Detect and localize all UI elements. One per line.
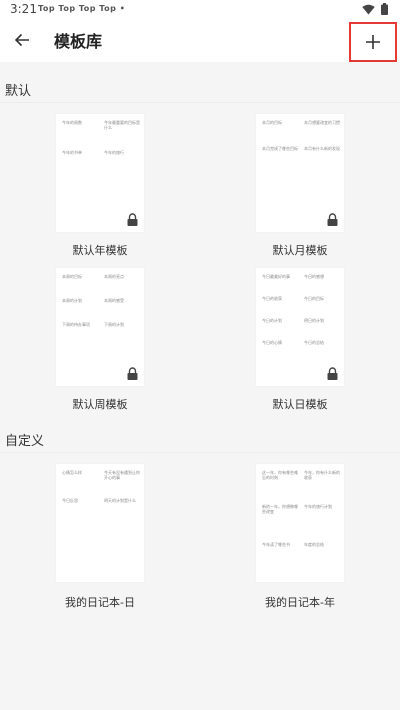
template-cell: 新的一年，你想做哪些改变 xyxy=(262,504,298,514)
template-cell: 今日最美好的事 xyxy=(262,274,290,279)
back-button[interactable] xyxy=(8,26,36,54)
template-cell: 今日反思 xyxy=(62,498,78,503)
page-title: 模板库 xyxy=(54,32,103,51)
template-cell: 本月有什么新的发现 xyxy=(304,146,340,151)
lock-icon xyxy=(127,367,138,380)
template-cell: 今年的周数 xyxy=(62,120,82,125)
template-cell: 年度的总结 xyxy=(304,542,324,547)
notification-item: Top xyxy=(58,4,76,13)
template-cell: 今年的旅行计划 xyxy=(304,504,332,509)
template-cell: 今日的计划 xyxy=(262,318,282,323)
divider xyxy=(0,102,400,103)
section-label-custom: 自定义 xyxy=(5,434,45,449)
template-name: 我的日记本-年 xyxy=(265,596,335,609)
template-cell: 本月的目标 xyxy=(262,120,282,125)
template-cell: 下周的待办事项 xyxy=(62,322,90,327)
template-name: 我的日记本-日 xyxy=(65,596,135,609)
template-cell: 本月想要改变的习惯 xyxy=(304,120,340,125)
template-cell: 今年，你有什么新的收获 xyxy=(304,470,340,480)
lock-icon xyxy=(127,213,138,226)
template-cell: 本周的感受 xyxy=(104,298,124,303)
template-cell: 本周的目标 xyxy=(62,274,82,279)
status-bar: 3:21 Top Top Top Top • xyxy=(0,0,400,20)
template-thumbnail-custom-year[interactable]: 这一年，你有哪些难忘的时刻 今年，你有什么新的收获 新的一年，你想做哪些改变 今… xyxy=(256,464,344,582)
template-cell: 今年的书单 xyxy=(62,150,82,155)
lock-icon xyxy=(327,367,338,380)
notification-dot: • xyxy=(119,4,126,13)
battery-icon xyxy=(381,3,388,15)
notification-item: Top xyxy=(78,4,96,13)
template-cell: 今日的收获 xyxy=(262,296,282,301)
template-cell: 今年的旅行 xyxy=(104,150,124,155)
template-thumbnail-month[interactable]: 本月的目标 本月想要改变的习惯 本月完成了哪些目标 本月有什么新的发现 xyxy=(256,114,344,232)
add-template-button[interactable] xyxy=(349,22,397,62)
template-cell: 本月完成了哪些目标 xyxy=(262,146,298,151)
plus-icon xyxy=(366,35,380,49)
template-name: 默认周模板 xyxy=(72,398,128,411)
template-name: 默认月模板 xyxy=(272,244,328,257)
status-icons xyxy=(362,3,388,15)
section-label-default: 默认 xyxy=(5,84,32,99)
template-thumbnail-day[interactable]: 今日最美好的事 今日的感想 今日的收获 今日的目标 今日的计划 明日的计划 今日… xyxy=(256,268,344,386)
app-bar: 模板库 xyxy=(0,20,400,60)
template-cell: 本周的计划 xyxy=(62,298,82,303)
template-cell: 今日的心情 xyxy=(262,340,282,345)
template-cell: 今日的目标 xyxy=(304,296,324,301)
notification-item: Top xyxy=(99,4,117,13)
template-cell: 下周的计划 xyxy=(104,322,124,327)
template-cell: 本周的亮点 xyxy=(104,274,124,279)
divider xyxy=(0,452,400,453)
template-cell: 今年最重要的目标是什么 xyxy=(104,120,140,130)
template-cell: 明日的计划 xyxy=(304,318,324,323)
template-name: 默认日模板 xyxy=(272,398,328,411)
template-cell: 今日的总结 xyxy=(304,340,324,345)
wifi-icon xyxy=(362,4,375,14)
template-cell: 今日的感想 xyxy=(304,274,324,279)
template-thumbnail-week[interactable]: 本周的目标 本周的亮点 本周的计划 本周的感受 下周的待办事项 下周的计划 xyxy=(56,268,144,386)
template-cell: 今年读了哪些书 xyxy=(262,542,290,547)
status-time: 3:21 xyxy=(10,2,37,16)
template-cell: 今天有没有遇到让你开心的事 xyxy=(104,470,140,480)
notification-item: Top xyxy=(38,4,56,13)
status-notifications: Top Top Top Top • xyxy=(38,4,125,13)
lock-icon xyxy=(327,213,338,226)
template-name: 默认年模板 xyxy=(72,244,128,257)
template-cell: 明天的计划是什么 xyxy=(104,498,136,503)
template-cell: 心情怎么样 xyxy=(62,470,82,475)
arrow-left-icon xyxy=(14,33,29,47)
template-cell: 这一年，你有哪些难忘的时刻 xyxy=(262,470,298,480)
template-library: 默认 今年的周数 今年最重要的目标是什么 今年的书单 今年的旅行 默认年模板 本… xyxy=(0,62,400,710)
template-thumbnail-custom-day[interactable]: 心情怎么样 今天有没有遇到让你开心的事 今日反思 明天的计划是什么 xyxy=(56,464,144,582)
template-thumbnail-year[interactable]: 今年的周数 今年最重要的目标是什么 今年的书单 今年的旅行 xyxy=(56,114,144,232)
